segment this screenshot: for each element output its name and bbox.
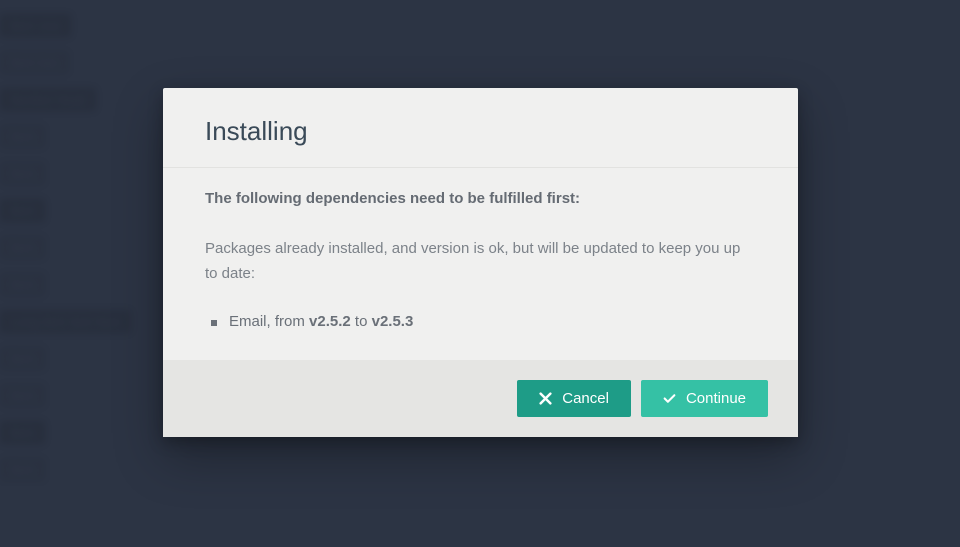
package-to-version: v2.5.3 [372,313,414,330]
modal-header: Installing [163,88,798,168]
continue-button[interactable]: Continue [641,380,768,417]
package-from-version: v2.5.2 [309,313,351,330]
description-text: Packages already installed, and version … [205,237,756,287]
package-name: Email [229,313,267,330]
continue-button-label: Continue [686,390,746,407]
modal-footer: Cancel Continue [163,360,798,437]
check-icon [663,392,676,405]
package-item: Email, from v2.5.2 to v2.5.3 [211,313,756,330]
package-list: Email, from v2.5.2 to v2.5.3 [205,313,756,330]
cancel-button-label: Cancel [562,390,609,407]
install-modal: Installing The following dependencies ne… [163,88,798,437]
close-icon [539,392,552,405]
dependencies-heading: The following dependencies need to be fu… [205,190,756,207]
modal-title: Installing [205,116,756,147]
cancel-button[interactable]: Cancel [517,380,631,417]
modal-body: The following dependencies need to be fu… [163,168,798,360]
